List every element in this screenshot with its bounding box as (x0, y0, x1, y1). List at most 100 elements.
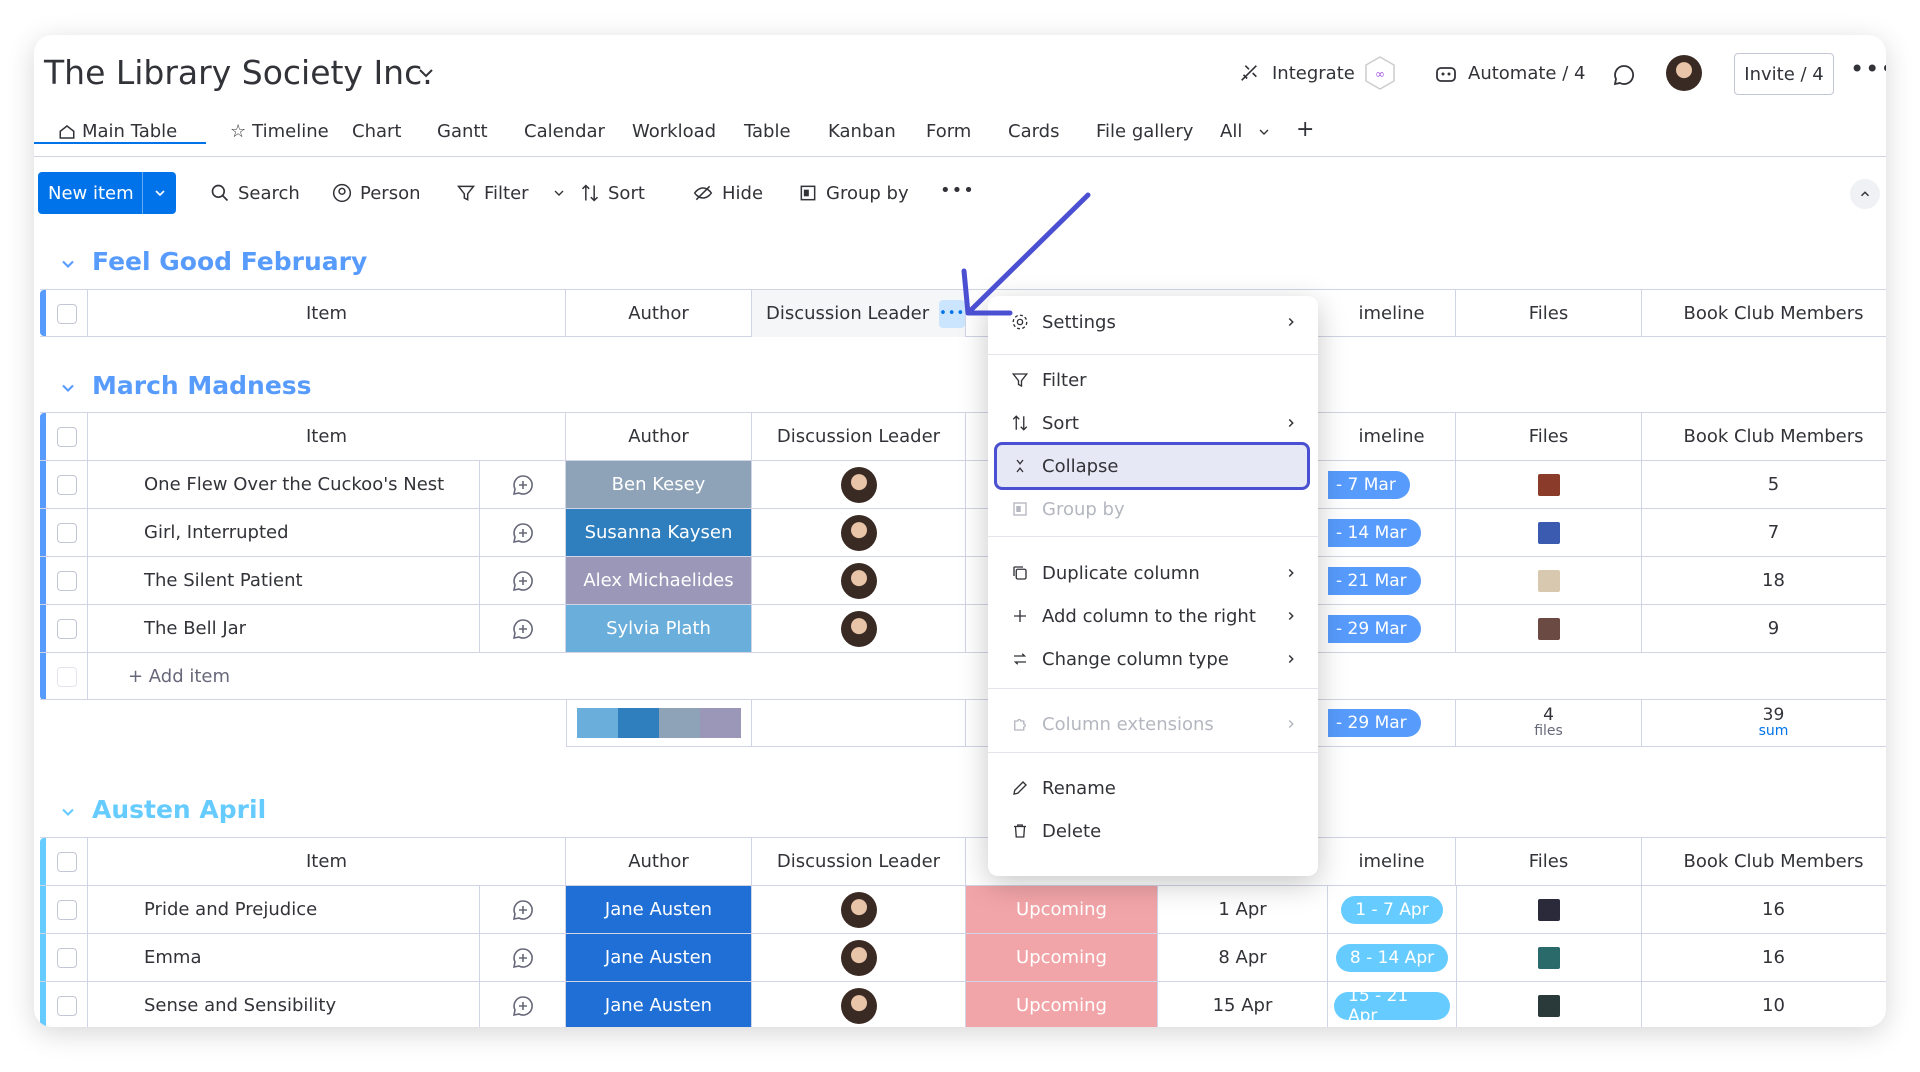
add-update-icon[interactable] (511, 569, 535, 593)
person-avatar[interactable] (840, 514, 877, 551)
sort-button[interactable]: Sort (580, 172, 645, 214)
menu-item-rename[interactable]: Rename (988, 768, 1318, 808)
column-header-author[interactable]: Author (566, 290, 752, 337)
table-row[interactable]: Emma Jane Austen Upcoming 8 Apr 8 - 14 A… (40, 934, 1886, 982)
timeline-cell[interactable]: - 7 Mar (1328, 461, 1456, 508)
group-collapse-icon[interactable] (58, 254, 78, 274)
hide-button[interactable]: Hide (692, 172, 763, 214)
column-header-files[interactable]: Files (1456, 413, 1642, 460)
more-options-icon[interactable]: ••• (1850, 55, 1886, 83)
checkbox[interactable] (56, 851, 77, 872)
new-item-button[interactable]: New item (38, 172, 176, 214)
table-row[interactable]: The Silent Patient Alex Michaelides - 21… (40, 557, 1886, 605)
invite-button[interactable]: Invite / 4 (1734, 53, 1834, 95)
column-header-timeline[interactable]: imeline (1328, 413, 1456, 460)
tab-cards[interactable]: Cards (1008, 121, 1060, 142)
column-header-item[interactable]: Item (88, 290, 566, 337)
item-cell[interactable]: Girl, Interrupted (88, 509, 480, 556)
add-update-icon[interactable] (511, 946, 535, 970)
tab-workload[interactable]: Workload (632, 121, 716, 142)
author-cell[interactable]: Jane Austen (566, 886, 752, 933)
board-title[interactable]: The Library Society Inc. (44, 53, 433, 92)
row-select-cell[interactable] (46, 557, 88, 604)
group-title[interactable]: March Madness (92, 371, 312, 400)
discussion-leader-cell[interactable] (752, 934, 966, 981)
item-cell[interactable]: Emma (88, 934, 480, 981)
select-all-cell[interactable] (46, 290, 88, 337)
tab-timeline[interactable]: ☆ Timeline (230, 121, 329, 142)
add-update-icon[interactable] (511, 521, 535, 545)
item-cell[interactable]: Sense and Sensibility (88, 982, 480, 1027)
tab-all[interactable]: All (1220, 121, 1272, 142)
item-cell[interactable]: The Silent Patient (88, 557, 480, 604)
date-cell[interactable]: 15 Apr (1158, 982, 1328, 1027)
item-cell[interactable]: Pride and Prejudice (88, 886, 480, 933)
discussion-leader-cell[interactable] (752, 461, 966, 508)
members-cell[interactable]: 9 (1642, 605, 1886, 652)
author-cell[interactable]: Jane Austen (566, 982, 752, 1027)
checkbox[interactable] (56, 618, 77, 639)
discussion-leader-cell[interactable] (752, 557, 966, 604)
update-cell[interactable] (480, 557, 566, 604)
author-cell[interactable]: Sylvia Plath (566, 605, 752, 652)
table-row[interactable]: Pride and Prejudice Jane Austen Upcoming… (40, 886, 1886, 934)
timeline-cell[interactable]: - 14 Mar (1328, 509, 1456, 556)
add-item-row[interactable]: + Add item (40, 653, 1886, 700)
person-avatar[interactable] (840, 987, 877, 1024)
members-cell[interactable]: 10 (1642, 982, 1886, 1027)
discussion-leader-cell[interactable] (752, 605, 966, 652)
tab-chart[interactable]: Chart (352, 121, 401, 142)
tab-gantt[interactable]: Gantt (437, 121, 488, 142)
status-cell[interactable]: Upcoming (966, 886, 1158, 933)
update-cell[interactable] (480, 605, 566, 652)
group-collapse-icon[interactable] (58, 378, 78, 398)
item-cell[interactable]: One Flew Over the Cuckoo's Nest (88, 461, 480, 508)
date-cell[interactable]: 1 Apr (1158, 886, 1328, 933)
members-cell[interactable]: 7 (1642, 509, 1886, 556)
column-header-discussion-leader[interactable]: Discussion Leader ••• (752, 290, 966, 337)
user-avatar[interactable] (1666, 55, 1702, 91)
collapse-header-button[interactable] (1850, 179, 1880, 209)
person-avatar[interactable] (840, 939, 877, 976)
status-cell[interactable]: Upcoming (966, 934, 1158, 981)
table-row[interactable]: The Bell Jar Sylvia Plath - 29 Mar 9 (40, 605, 1886, 653)
person-filter-button[interactable]: Person (332, 172, 421, 214)
row-select-cell[interactable] (46, 934, 88, 981)
column-header-item[interactable]: Item (88, 413, 566, 460)
menu-item-duplicate[interactable]: Duplicate column (988, 553, 1318, 593)
column-header-author[interactable]: Author (566, 838, 752, 885)
files-cell[interactable] (1456, 461, 1642, 508)
file-thumbnail[interactable] (1538, 898, 1560, 921)
person-avatar[interactable] (840, 562, 877, 599)
person-avatar[interactable] (840, 891, 877, 928)
add-update-icon[interactable] (511, 994, 535, 1018)
date-cell[interactable]: 8 Apr (1158, 934, 1328, 981)
menu-item-add-column-right[interactable]: Add column to the right (988, 596, 1318, 636)
column-header-members[interactable]: Book Club Members (1642, 413, 1886, 460)
file-thumbnail[interactable] (1537, 521, 1560, 544)
status-cell[interactable]: Upcoming (966, 982, 1158, 1027)
column-header-timeline[interactable]: imeline (1328, 290, 1456, 337)
update-cell[interactable] (480, 886, 566, 933)
item-cell[interactable]: The Bell Jar (88, 605, 480, 652)
checkbox[interactable] (56, 947, 77, 968)
file-thumbnail[interactable] (1537, 569, 1560, 592)
person-avatar[interactable] (840, 466, 877, 503)
integrate-button[interactable]: Integrate ∞ (1238, 53, 1397, 93)
row-select-cell[interactable] (46, 605, 88, 652)
select-all-cell[interactable] (46, 413, 88, 460)
group-collapse-icon[interactable] (58, 802, 78, 822)
column-header-files[interactable]: Files (1456, 290, 1642, 337)
row-select-cell[interactable] (46, 982, 88, 1027)
group-title[interactable]: Austen April (92, 795, 266, 824)
discussion-leader-cell[interactable] (752, 886, 966, 933)
update-cell[interactable] (480, 509, 566, 556)
files-cell[interactable] (1456, 557, 1642, 604)
update-cell[interactable] (480, 934, 566, 981)
author-cell[interactable]: Ben Kesey (566, 461, 752, 508)
file-thumbnail[interactable] (1538, 994, 1560, 1017)
members-cell[interactable]: 5 (1642, 461, 1886, 508)
menu-item-change-type[interactable]: Change column type (988, 639, 1318, 679)
add-update-icon[interactable] (511, 473, 535, 497)
author-cell[interactable]: Jane Austen (566, 934, 752, 981)
